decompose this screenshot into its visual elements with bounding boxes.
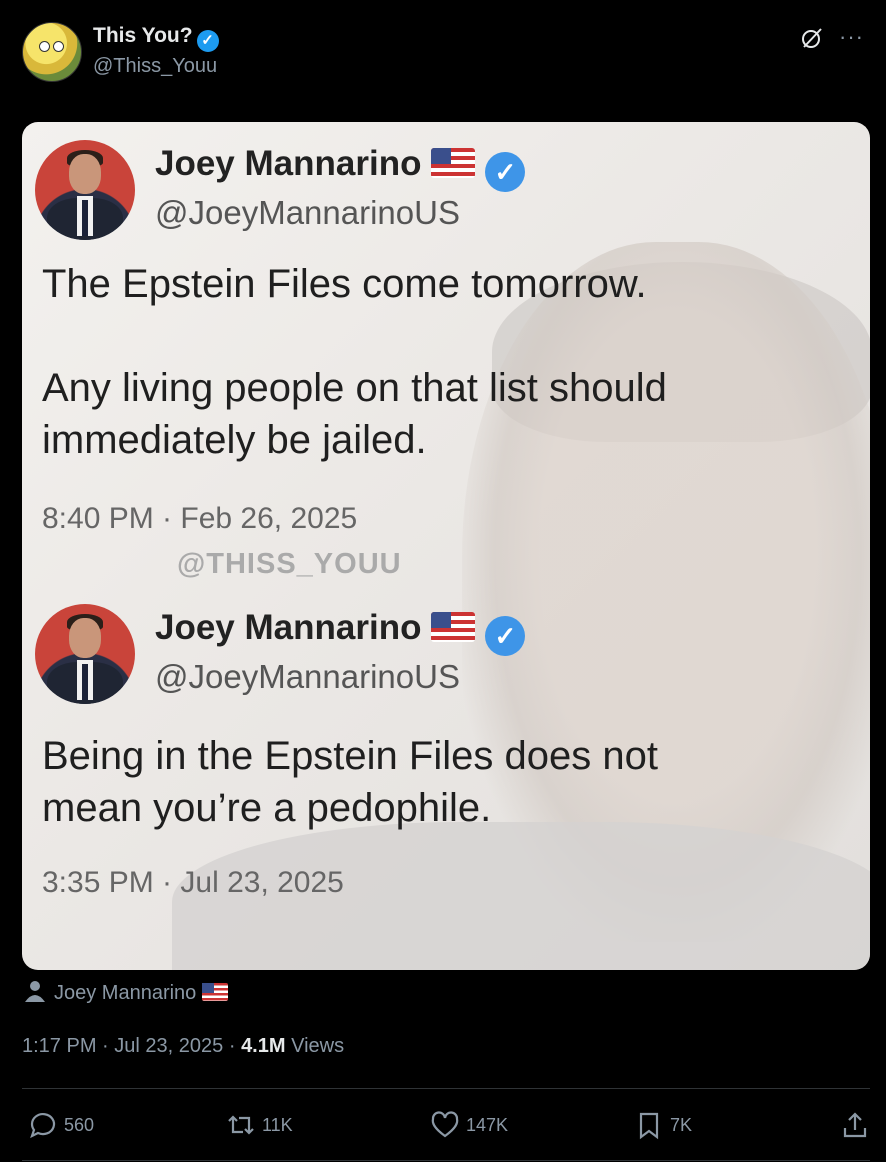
post-time[interactable]: 1:17 PM <box>22 1035 96 1057</box>
post-header: This You? ✓ @Thiss_Youu ··· <box>20 20 866 84</box>
tweet-text-line: The Epstein Files come tomorrow. <box>42 262 647 306</box>
reply-count: 560 <box>64 1114 95 1135</box>
tweet-author: Joey Mannarino ✓ <box>155 608 526 656</box>
repost-icon <box>228 1115 254 1135</box>
tweet-timestamp: 3:35 PM · Jul 23, 2025 <box>42 866 344 899</box>
verified-badge-icon: ✓ <box>196 30 219 52</box>
media-tag[interactable]: Joey Mannarino <box>24 980 229 1005</box>
repost-button[interactable]: 11K <box>226 1108 293 1142</box>
author-name: This You? <box>93 24 193 47</box>
author-name-link[interactable]: This You? ✓ <box>93 24 219 52</box>
us-flag-icon <box>431 612 476 642</box>
grok-icon[interactable] <box>800 26 824 50</box>
tweet-text: Being in the Epstein Files does not mean… <box>42 730 842 834</box>
share-button[interactable] <box>840 1108 870 1142</box>
bookmark-count: 7K <box>670 1114 693 1135</box>
like-button[interactable]: 147K <box>430 1108 508 1142</box>
divider <box>22 1160 870 1161</box>
tweet-handle: @JoeyMannarinoUS <box>155 194 460 231</box>
verified-badge-icon: ✓ <box>485 152 526 192</box>
post-date[interactable]: Jul 23, 2025 <box>114 1035 223 1057</box>
avatar-eye <box>39 41 50 52</box>
tweet-text-line: Being in the Epstein Files does not <box>42 734 658 778</box>
tweet-text-line: Any living people on that list should <box>42 366 667 410</box>
media-tag-name: Joey Mannarino <box>54 982 197 1004</box>
tweet-author-name: Joey Mannarino <box>155 608 422 647</box>
avatar-eye <box>53 41 64 52</box>
more-icon[interactable]: ··· <box>839 24 864 50</box>
reply-icon <box>30 1113 56 1139</box>
repost-count: 11K <box>262 1114 293 1135</box>
author-avatar[interactable] <box>22 22 82 82</box>
action-bar: 560 11K 147K 7K <box>22 1108 870 1142</box>
tweet-author-name: Joey Mannarino <box>155 144 422 183</box>
tweet-avatar <box>35 140 135 240</box>
person-icon <box>25 981 45 1002</box>
meta-separator: · <box>228 1035 236 1057</box>
post-image[interactable]: Joey Mannarino ✓ @JoeyMannarinoUS The Eps… <box>22 122 870 970</box>
tweet-timestamp: 8:40 PM · Feb 26, 2025 <box>42 502 358 535</box>
bookmark-button[interactable]: 7K <box>634 1108 692 1142</box>
divider <box>22 1088 870 1089</box>
reply-button[interactable]: 560 <box>28 1108 94 1142</box>
tweet-text-line: mean you’re a pedophile. <box>42 786 492 830</box>
watermark: @THISS_YOUU <box>177 548 402 580</box>
bookmark-icon <box>639 1112 659 1140</box>
heart-icon <box>431 1111 459 1138</box>
share-icon <box>843 1112 867 1138</box>
tweet-avatar <box>35 604 135 704</box>
author-handle[interactable]: @Thiss_Youu <box>93 55 217 78</box>
views-label: Views <box>291 1035 345 1057</box>
us-flag-icon <box>202 983 229 1001</box>
us-flag-icon <box>431 148 476 178</box>
views-count: 4.1M <box>241 1035 286 1057</box>
tweet-author: Joey Mannarino ✓ <box>155 144 526 192</box>
post-metadata: 1:17 PM · Jul 23, 2025 · 4.1M Views <box>22 1035 344 1058</box>
verified-badge-icon: ✓ <box>485 616 526 656</box>
tweet-text-line: immediately be jailed. <box>42 418 427 462</box>
like-count: 147K <box>466 1114 509 1135</box>
tweet-text: The Epstein Files come tomorrow. Any liv… <box>42 258 842 466</box>
meta-separator: · <box>102 1035 109 1057</box>
tweet-handle: @JoeyMannarinoUS <box>155 658 460 695</box>
